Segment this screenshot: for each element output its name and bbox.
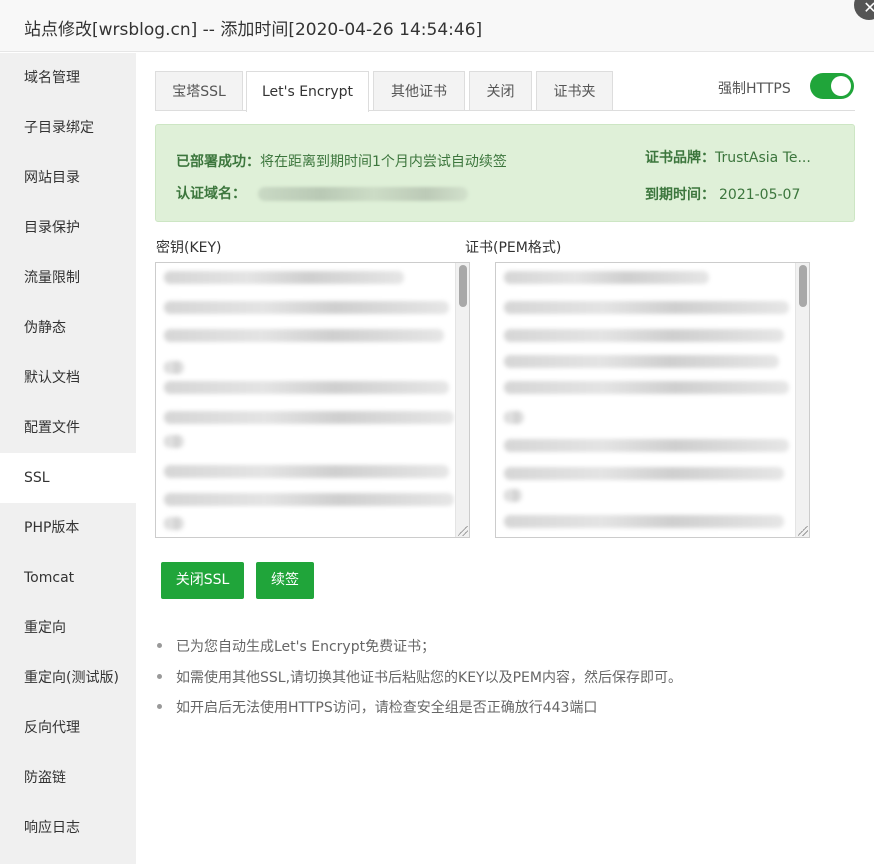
force-https-toggle[interactable] [810, 73, 854, 99]
renew-button[interactable]: 续签 [256, 562, 314, 599]
sidebar-item-traffic-limit[interactable]: 流量限制 [0, 253, 136, 303]
sidebar-item-subdir[interactable]: 子目录绑定 [0, 103, 136, 153]
force-https-label: 强制HTTPS [718, 81, 791, 97]
sidebar: 域名管理 子目录绑定 网站目录 目录保护 流量限制 伪静态 默认文档 配置文件 … [0, 53, 136, 864]
tab-lets-encrypt[interactable]: Let's Encrypt [246, 71, 369, 112]
toggle-knob [831, 76, 851, 96]
ssl-status-alert: 已部署成功：将在距离到期时间1个月内尝试自动续签 认证域名： 证书品牌：Trus… [155, 124, 855, 222]
sidebar-item-reverse-proxy[interactable]: 反向代理 [0, 703, 136, 753]
sidebar-item-config[interactable]: 配置文件 [0, 403, 136, 453]
cert-domain-label: 认证域名： [176, 186, 246, 202]
scroll-thumb[interactable] [799, 265, 807, 307]
sidebar-item-php-version[interactable]: PHP版本 [0, 503, 136, 553]
list-item: 如需使用其他SSL,请切换其他证书后粘贴您的KEY以及PEM内容，然后保存即可。 [157, 667, 682, 687]
sidebar-item-ssl[interactable]: SSL [0, 453, 136, 503]
deploy-status: 已部署成功：将在距离到期时间1个月内尝试自动续签 [176, 151, 507, 171]
sidebar-item-rewrite[interactable]: 伪静态 [0, 303, 136, 353]
list-item: 如开启后无法使用HTTPS访问，请检查安全组是否正确放行443端口 [157, 697, 597, 717]
cert-brand-label: 证书品牌： [645, 150, 715, 166]
sidebar-item-dir-protect[interactable]: 目录保护 [0, 203, 136, 253]
cert-brand-value: TrustAsia Te... [715, 150, 811, 166]
resize-handle-icon[interactable] [458, 526, 468, 536]
bullet-icon [157, 703, 162, 709]
cert-domain: 认证域名： [176, 183, 468, 203]
sidebar-item-default-doc[interactable]: 默认文档 [0, 353, 136, 403]
sidebar-item-hotlink[interactable]: 防盗链 [0, 753, 136, 803]
sidebar-item-site-dir[interactable]: 网站目录 [0, 153, 136, 203]
sidebar-item-tomcat[interactable]: Tomcat [0, 553, 136, 603]
sidebar-item-response-log[interactable]: 响应日志 [0, 803, 136, 853]
resize-handle-icon[interactable] [798, 526, 808, 536]
cert-expire-label: 到期时间： [645, 187, 715, 203]
bullet-icon [157, 642, 162, 648]
key-label: 密钥(KEY) [156, 240, 222, 256]
key-scrollbar[interactable] [455, 263, 469, 537]
close-ssl-button[interactable]: 关闭SSL [161, 562, 244, 599]
list-item: 已为您自动生成Let's Encrypt免费证书； [157, 636, 435, 656]
tab-close[interactable]: 关闭 [469, 71, 532, 111]
tab-bt-ssl[interactable]: 宝塔SSL [155, 71, 243, 111]
cert-domain-value-redacted [258, 187, 468, 201]
cert-textarea[interactable] [495, 262, 810, 538]
deploy-status-label: 已部署成功： [176, 154, 260, 170]
cert-brand: 证书品牌：TrustAsia Te... [645, 147, 811, 167]
tab-cert-folder[interactable]: 证书夹 [536, 71, 613, 111]
cert-expire-value: 2021-05-07 [719, 187, 801, 203]
cert-scrollbar[interactable] [795, 263, 809, 537]
sidebar-item-redirect[interactable]: 重定向 [0, 603, 136, 653]
tab-other-cert[interactable]: 其他证书 [373, 71, 465, 111]
sidebar-item-redirect-beta[interactable]: 重定向(测试版) [0, 653, 136, 703]
cert-label: 证书(PEM格式) [465, 240, 562, 256]
bullet-icon [157, 673, 162, 679]
window-titlebar: 站点修改[wrsblog.cn] -- 添加时间[2020-04-26 14:5… [0, 0, 874, 52]
scroll-thumb[interactable] [459, 265, 467, 307]
cert-expire: 到期时间： 2021-05-07 [645, 184, 800, 204]
sidebar-item-domain[interactable]: 域名管理 [0, 53, 136, 103]
window-title: 站点修改[wrsblog.cn] -- 添加时间[2020-04-26 14:5… [24, 20, 483, 40]
key-textarea[interactable] [155, 262, 470, 538]
deploy-status-text: 将在距离到期时间1个月内尝试自动续签 [260, 154, 507, 170]
